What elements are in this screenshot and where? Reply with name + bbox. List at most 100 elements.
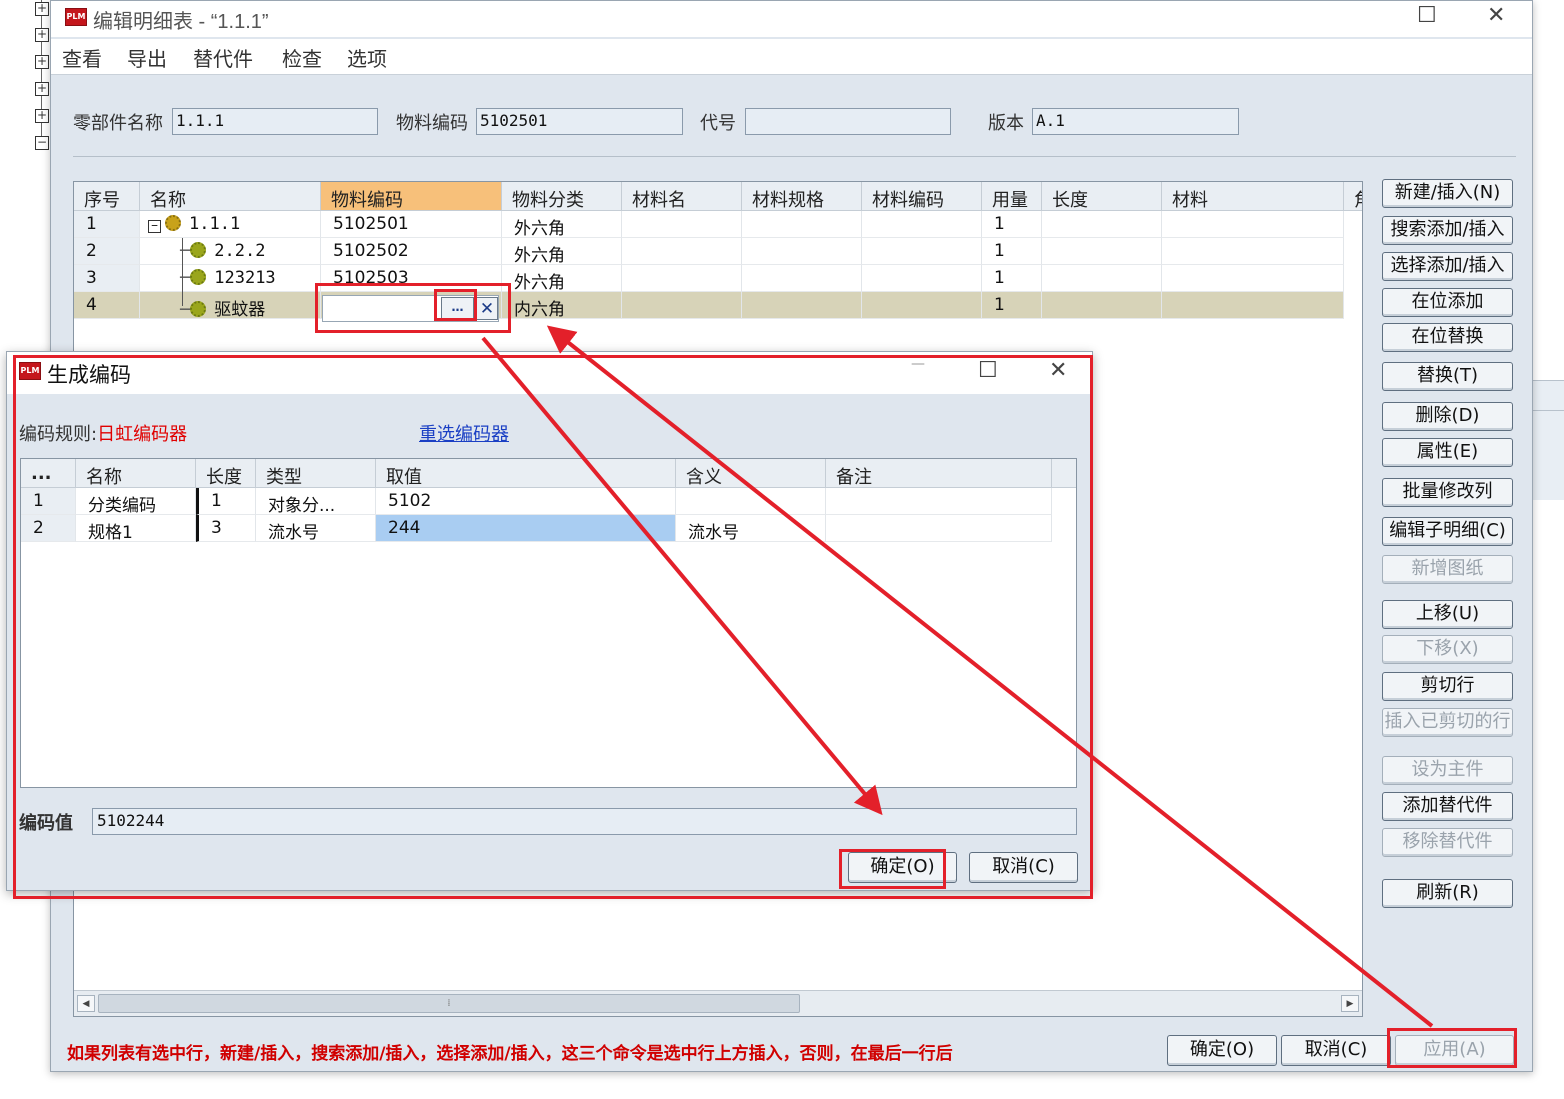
code-field[interactable] (745, 108, 951, 135)
version-field[interactable]: A.1 (1032, 108, 1239, 135)
scroll-left-icon[interactable]: ◀ (77, 995, 95, 1012)
tree-collapse-icon[interactable]: − (35, 136, 49, 150)
cell-text: 2.2.2 (214, 241, 266, 261)
row-number[interactable]: 2 (74, 238, 140, 265)
menu-check[interactable]: 检查 (282, 43, 322, 72)
tree-expand-icon[interactable]: + (35, 55, 49, 69)
search-add-button[interactable]: 搜索添加/插入 (1382, 216, 1513, 245)
insert-cut-row-button[interactable]: 插入已剪切的行 (1382, 708, 1513, 737)
maximize-icon[interactable]: ☐ (1417, 3, 1437, 28)
table-cell[interactable] (862, 211, 982, 238)
replace-button[interactable]: 替换(T) (1382, 362, 1513, 391)
part-name-label: 零部件名称 (73, 113, 163, 134)
table-cell[interactable] (742, 292, 862, 319)
column-header[interactable]: 材料规格 (742, 182, 862, 211)
move-up-button[interactable]: 上移(U) (1382, 600, 1513, 629)
table-cell-qty[interactable]: 1 (982, 211, 1042, 238)
table-cell-code[interactable]: 5102501 (321, 211, 502, 238)
refresh-button[interactable]: 刷新(R) (1382, 879, 1513, 908)
table-cell[interactable] (1042, 292, 1162, 319)
table-cell-category[interactable]: 外六角 (502, 238, 622, 266)
menu-view[interactable]: 查看 (62, 43, 102, 72)
menu-substitute[interactable]: 替代件 (193, 43, 253, 72)
table-cell-category[interactable]: 外六角 (502, 265, 622, 293)
column-header[interactable]: 物料分类 (502, 182, 622, 211)
edit-sub-bom-button[interactable]: 编辑子明细(C) (1382, 517, 1513, 546)
menu-options[interactable]: 选项 (347, 43, 387, 72)
cut-row-button[interactable]: 剪切行 (1382, 672, 1513, 701)
table-cell[interactable] (1042, 238, 1162, 265)
menu-export[interactable]: 导出 (127, 43, 167, 72)
table-cell[interactable] (742, 211, 862, 238)
cancel-button[interactable]: 取消(C) (1281, 1035, 1391, 1066)
batch-edit-button[interactable]: 批量修改列 (1382, 478, 1513, 507)
tree-expand-icon[interactable]: + (35, 82, 49, 96)
column-header[interactable]: 角 (1344, 182, 1362, 211)
table-cell-qty[interactable]: 1 (982, 292, 1042, 319)
table-cell[interactable] (862, 292, 982, 319)
table-cell[interactable] (742, 238, 862, 265)
inplace-replace-button[interactable]: 在位替换 (1382, 323, 1513, 352)
move-down-button[interactable]: 下移(X) (1382, 635, 1513, 664)
column-header[interactable]: 用量 (982, 182, 1042, 211)
divider (73, 156, 1516, 157)
table-cell-name[interactable]: ─ 123213 (140, 265, 321, 292)
table-cell-qty[interactable]: 1 (982, 238, 1042, 265)
table-cell-category[interactable]: 内六角 (502, 292, 622, 320)
remove-substitute-button[interactable]: 移除替代件 (1382, 828, 1513, 857)
table-cell-name[interactable]: ─ 驱蚊器 (140, 292, 321, 320)
tree-expand-icon[interactable]: + (35, 28, 49, 42)
annotation-box (1387, 1028, 1517, 1068)
scroll-thumb[interactable]: ⁞ (98, 994, 800, 1013)
window-title: 编辑明细表 - “1.1.1” (93, 11, 269, 33)
delete-button[interactable]: 删除(D) (1382, 402, 1513, 431)
column-header-material-code[interactable]: 物料编码 (321, 182, 502, 211)
column-header[interactable]: 材料编码 (862, 182, 982, 211)
table-cell[interactable] (862, 265, 982, 292)
column-header[interactable]: 长度 (1042, 182, 1162, 211)
table-cell[interactable] (1162, 292, 1344, 319)
row-number[interactable]: 3 (74, 265, 140, 292)
tree-expand-icon[interactable]: + (35, 2, 49, 16)
table-cell[interactable] (1162, 211, 1344, 238)
table-cell-name[interactable]: ─ 2.2.2 (140, 238, 321, 265)
row-number[interactable]: 1 (74, 211, 140, 238)
close-icon[interactable]: ✕ (1487, 3, 1505, 28)
horizontal-scrollbar[interactable]: ◀ ⁞ ▶ (74, 990, 1362, 1016)
material-code-field[interactable]: 5102501 (476, 108, 683, 135)
table-cell[interactable] (862, 238, 982, 265)
select-add-button[interactable]: 选择添加/插入 (1382, 252, 1513, 281)
table-cell-name[interactable]: − 1.1.1 (140, 211, 321, 238)
part-name-field[interactable]: 1.1.1 (172, 108, 378, 135)
new-insert-button[interactable]: 新建/插入(N) (1382, 179, 1513, 208)
column-header[interactable]: 序号 (74, 182, 140, 211)
ok-button[interactable]: 确定(O) (1167, 1035, 1277, 1066)
tree-collapse-icon[interactable]: − (148, 220, 161, 233)
table-cell[interactable] (622, 211, 742, 238)
scroll-right-icon[interactable]: ▶ (1341, 995, 1359, 1012)
properties-button[interactable]: 属性(E) (1382, 438, 1513, 467)
table-cell[interactable] (1042, 265, 1162, 292)
table-cell[interactable] (622, 265, 742, 292)
add-drawing-button[interactable]: 新增图纸 (1382, 555, 1513, 584)
table-cell[interactable] (742, 265, 862, 292)
column-header[interactable]: 材料名 (622, 182, 742, 211)
assembly-icon (165, 215, 181, 231)
table-cell-category[interactable]: 外六角 (502, 211, 622, 239)
table-cell-code[interactable]: 5102502 (321, 238, 502, 265)
table-cell[interactable] (1042, 211, 1162, 238)
part-icon (190, 301, 207, 317)
column-header[interactable]: 名称 (140, 182, 321, 211)
add-substitute-button[interactable]: 添加替代件 (1382, 792, 1513, 821)
table-cell[interactable] (1162, 265, 1344, 292)
inplace-add-button[interactable]: 在位添加 (1382, 288, 1513, 317)
row-number[interactable]: 4 (74, 292, 140, 319)
set-main-part-button[interactable]: 设为主件 (1382, 756, 1513, 785)
annotation-box (839, 849, 946, 889)
table-cell[interactable] (622, 292, 742, 319)
tree-expand-icon[interactable]: + (35, 109, 49, 123)
column-header[interactable]: 材料 (1162, 182, 1344, 211)
table-cell-qty[interactable]: 1 (982, 265, 1042, 292)
table-cell[interactable] (622, 238, 742, 265)
table-cell[interactable] (1162, 238, 1344, 265)
